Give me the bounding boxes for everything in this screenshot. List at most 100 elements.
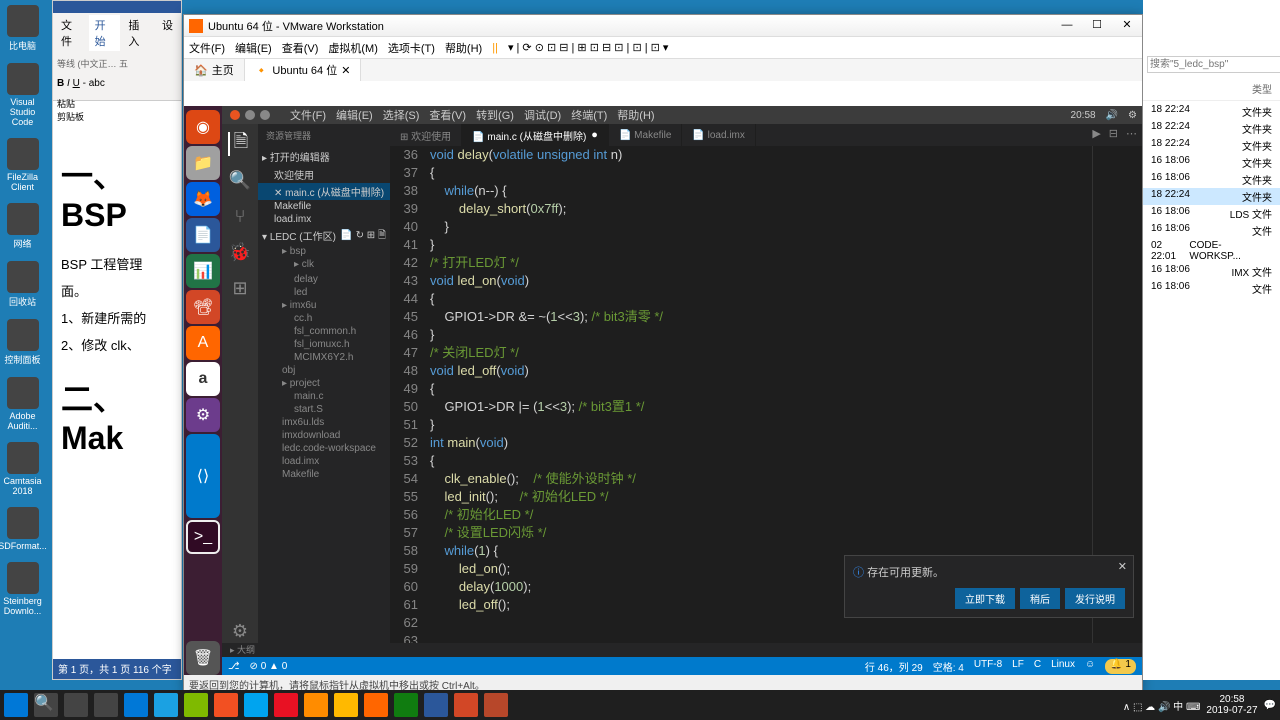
- more-icon[interactable]: ⋯: [1126, 127, 1137, 140]
- launcher-writer-icon[interactable]: 📄: [186, 218, 220, 252]
- workspace-section[interactable]: ▾ LEDC (工作区) 📄 ↻ ⊞ 🗎: [258, 226, 390, 245]
- desktop-icon[interactable]: 控制面板: [0, 319, 45, 366]
- status-item[interactable]: ⊘ 0 ▲ 0: [250, 661, 288, 672]
- tree-item[interactable]: start.S: [258, 403, 390, 416]
- taskbar-edge[interactable]: [124, 693, 148, 717]
- launcher-calc-icon[interactable]: 📊: [186, 254, 220, 288]
- file-row[interactable]: 16 18:06文件夹: [1143, 171, 1280, 188]
- file-row[interactable]: 16 18:06文件: [1143, 222, 1280, 239]
- open-editor-item[interactable]: load.imx: [258, 213, 390, 226]
- status-item[interactable]: 空格: 4: [933, 659, 964, 674]
- desktop-icon[interactable]: Visual Studio Code: [0, 63, 45, 127]
- file-row[interactable]: 18 22:24文件夹: [1143, 137, 1280, 154]
- task-view-icon[interactable]: [64, 693, 88, 717]
- release-notes-button[interactable]: 发行说明: [1065, 588, 1125, 609]
- word-tab[interactable]: 设: [156, 15, 179, 51]
- search-icon[interactable]: 🔍: [34, 693, 58, 717]
- word-tab[interactable]: 插入: [122, 15, 154, 51]
- download-button[interactable]: 立即下载: [955, 588, 1015, 609]
- taskbar-word[interactable]: [424, 693, 448, 717]
- vscode-menu-item[interactable]: 终端(T): [571, 110, 607, 122]
- desktop-icon[interactable]: 回收站: [0, 261, 45, 308]
- tree-item[interactable]: ledc.code-workspace: [258, 442, 390, 455]
- close-icon[interactable]: [230, 110, 240, 120]
- vscode-menu-item[interactable]: 调试(D): [524, 110, 561, 122]
- tree-item[interactable]: imx6u.lds: [258, 416, 390, 429]
- taskbar-vmware[interactable]: [364, 693, 388, 717]
- minimize-button[interactable]: —: [1052, 15, 1082, 37]
- column-header[interactable]: 类型: [1252, 81, 1272, 96]
- tree-item[interactable]: delay: [258, 273, 390, 286]
- vmware-tab-home[interactable]: 🏠 主页: [184, 59, 245, 81]
- volume-icon[interactable]: 🔊: [1106, 110, 1118, 121]
- launcher-amazon-icon[interactable]: a: [186, 362, 220, 396]
- status-item[interactable]: Linux: [1051, 659, 1075, 674]
- taskbar-app[interactable]: [214, 693, 238, 717]
- system-tray[interactable]: ∧ ⬚ ☁ 🔊 中 ⌨ 20:58 2019-07-27 💬: [1123, 694, 1276, 716]
- taskbar-app[interactable]: [184, 693, 208, 717]
- file-row[interactable]: 18 22:24文件夹: [1143, 120, 1280, 137]
- taskbar-app[interactable]: [484, 693, 508, 717]
- vscode-menu-item[interactable]: 文件(F): [290, 110, 326, 122]
- launcher-settings-icon[interactable]: ⚙: [186, 398, 220, 432]
- file-row[interactable]: 18 22:24文件夹: [1143, 188, 1280, 205]
- vmware-menu-item[interactable]: 编辑(E): [235, 40, 272, 56]
- taskbar-explorer[interactable]: [334, 693, 358, 717]
- maximize-icon[interactable]: [260, 110, 270, 120]
- status-item[interactable]: C: [1034, 659, 1041, 674]
- open-editor-item[interactable]: ✕ main.c (从磁盘中删除): [258, 183, 390, 200]
- tree-item[interactable]: led: [258, 286, 390, 299]
- extensions-icon[interactable]: ⊞: [228, 276, 252, 300]
- status-item[interactable]: 行 46，列 29: [865, 659, 923, 674]
- run-icon[interactable]: ▶: [1092, 127, 1100, 140]
- vscode-menu-item[interactable]: 帮助(H): [617, 110, 654, 122]
- outline-bar[interactable]: ▸ 大纲: [222, 643, 1142, 657]
- file-row[interactable]: 16 18:06IMX 文件: [1143, 263, 1280, 280]
- status-item[interactable]: ⎇: [228, 661, 240, 672]
- vmware-menu-item[interactable]: 文件(F): [189, 40, 225, 56]
- status-item[interactable]: 🔔 1: [1105, 659, 1136, 674]
- debug-icon[interactable]: 🐞: [228, 240, 252, 264]
- desktop-icon[interactable]: Steinberg Downlo...: [0, 562, 45, 616]
- tree-item[interactable]: ▸ bsp: [258, 245, 390, 258]
- file-row[interactable]: 18 22:24文件夹: [1143, 103, 1280, 120]
- tree-item[interactable]: main.c: [258, 390, 390, 403]
- tree-item[interactable]: ▸ imx6u: [258, 299, 390, 312]
- taskbar-app[interactable]: [274, 693, 298, 717]
- desktop-icon[interactable]: SDFormat...: [0, 507, 45, 551]
- search-icon[interactable]: 🔍: [228, 168, 252, 192]
- vmware-titlebar[interactable]: Ubuntu 64 位 - VMware Workstation — ☐ ✕: [184, 15, 1142, 37]
- vmware-menu-item[interactable]: 帮助(H): [445, 40, 482, 56]
- tree-item[interactable]: cc.h: [258, 312, 390, 325]
- tree-item[interactable]: ▸ clk: [258, 258, 390, 271]
- vmware-tab-vm[interactable]: 🔸 Ubuntu 64 位 ✕: [245, 59, 362, 81]
- status-item[interactable]: ☺: [1085, 659, 1095, 674]
- file-row[interactable]: 02 22:01CODE-WORKSP...: [1143, 239, 1280, 263]
- file-row[interactable]: 16 18:06文件夹: [1143, 154, 1280, 171]
- taskbar-app[interactable]: [244, 693, 268, 717]
- maximize-button[interactable]: ☐: [1082, 15, 1112, 37]
- search-input[interactable]: [1147, 56, 1280, 73]
- launcher-files-icon[interactable]: 📁: [186, 146, 220, 180]
- taskbar-app[interactable]: [394, 693, 418, 717]
- desktop-icon[interactable]: 比电脑: [0, 5, 45, 52]
- tree-item[interactable]: MCIMX6Y2.h: [258, 351, 390, 364]
- close-button[interactable]: ✕: [1112, 15, 1142, 37]
- tree-item[interactable]: fsl_iomuxc.h: [258, 338, 390, 351]
- editor-tab[interactable]: ⊞ 欢迎使用: [390, 124, 462, 146]
- tree-item[interactable]: Makefile: [258, 468, 390, 481]
- vscode-menu-item[interactable]: 编辑(E): [336, 110, 373, 122]
- launcher-software-icon[interactable]: A: [186, 326, 220, 360]
- open-editor-item[interactable]: Makefile: [258, 200, 390, 213]
- tree-item[interactable]: ▸ project: [258, 377, 390, 390]
- gear-icon[interactable]: ⚙: [228, 619, 252, 643]
- taskbar-app[interactable]: [304, 693, 328, 717]
- open-editors-section[interactable]: ▸ 打开的编辑器: [258, 147, 390, 166]
- launcher-impress-icon[interactable]: 📽: [186, 290, 220, 324]
- vmware-menu-item[interactable]: 查看(V): [282, 40, 319, 56]
- start-button[interactable]: [4, 693, 28, 717]
- launcher-vscode-icon[interactable]: ⟨⟩: [186, 434, 220, 518]
- launcher-dash-icon[interactable]: ◉: [186, 110, 220, 144]
- desktop-icon[interactable]: Adobe Auditi...: [0, 377, 45, 431]
- split-icon[interactable]: ⊟: [1109, 127, 1118, 140]
